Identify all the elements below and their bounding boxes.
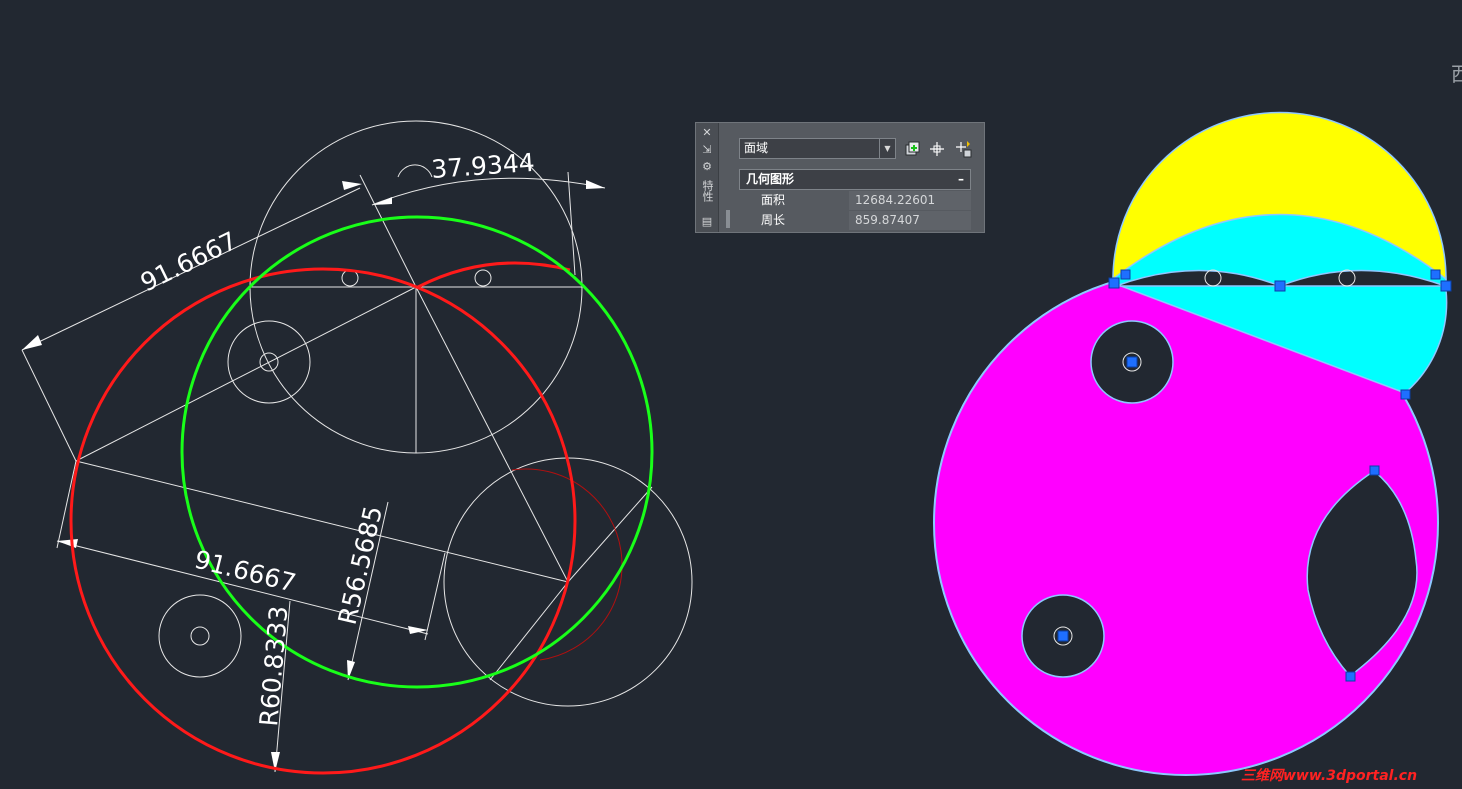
select-objects-icon[interactable] xyxy=(928,140,946,158)
dim-radius-green[interactable]: R56.5685 xyxy=(333,503,388,627)
collapse-icon[interactable]: – xyxy=(958,170,964,189)
grip xyxy=(1369,465,1380,476)
dim-top-linear[interactable]: 91.6667 xyxy=(136,226,242,297)
settings-icon[interactable]: ⚙ xyxy=(701,161,713,173)
toggle-pickadd-icon[interactable] xyxy=(904,140,922,158)
viewcube-west-label[interactable]: 西 xyxy=(1451,58,1462,87)
tiny-white-circle-2 xyxy=(190,626,210,646)
drawing-canvas[interactable]: 91.6667 37.9344 91.6667 R56.5685 R60.833… xyxy=(0,0,1462,789)
property-row-perimeter[interactable]: 周长 859.87407 xyxy=(753,211,971,230)
quick-select-icon[interactable] xyxy=(954,140,972,158)
property-label: 面积 xyxy=(761,193,786,207)
grip xyxy=(1108,277,1120,289)
scrollbar[interactable] xyxy=(726,210,730,228)
chevron-down-icon[interactable]: ▼ xyxy=(879,139,895,158)
object-type-value: 面域 xyxy=(744,141,769,155)
hole-circle-2 xyxy=(474,269,492,287)
grip xyxy=(1440,280,1452,292)
red-arc-top[interactable] xyxy=(417,261,571,289)
object-type-select[interactable]: 面域 ▼ xyxy=(739,138,896,159)
grip xyxy=(1274,280,1286,292)
grip xyxy=(1120,269,1131,280)
region-drawing[interactable] xyxy=(933,111,1448,776)
arc-symbol xyxy=(397,164,433,178)
grip xyxy=(1057,630,1069,642)
close-icon[interactable]: ✕ xyxy=(701,127,713,139)
red-circle-left[interactable] xyxy=(69,267,577,775)
watermark: 三维网www.3dportal.cn xyxy=(1241,768,1418,784)
small-white-circle-2 xyxy=(158,594,242,678)
grip xyxy=(1126,356,1138,368)
section-title: 几何图形 xyxy=(746,172,795,186)
property-row-area[interactable]: 面积 12684.22601 xyxy=(753,191,971,210)
grip xyxy=(1430,269,1441,280)
dim-radius-red[interactable]: R60.8333 xyxy=(254,605,293,728)
property-label: 周长 xyxy=(761,213,786,227)
grip xyxy=(1400,389,1411,400)
properties-palette[interactable]: ✕ ⇲ ⚙ 特性 ▤ 面域 ▼ 几何图形 – 面积 12684.22601 周长… xyxy=(695,122,985,233)
palette-title-strip[interactable]: ✕ ⇲ ⚙ 特性 ▤ xyxy=(696,123,719,232)
property-value: 12684.22601 xyxy=(849,191,971,210)
pin-icon[interactable]: ⇲ xyxy=(701,144,713,156)
palette-title: 特性 xyxy=(701,180,714,202)
grip xyxy=(1345,671,1356,682)
palette-menu-icon[interactable]: ▤ xyxy=(701,216,713,228)
section-geometry-header[interactable]: 几何图形 – xyxy=(739,169,971,190)
property-value: 859.87407 xyxy=(849,211,971,230)
dim-bottom-linear[interactable]: 91.6667 xyxy=(192,545,299,598)
